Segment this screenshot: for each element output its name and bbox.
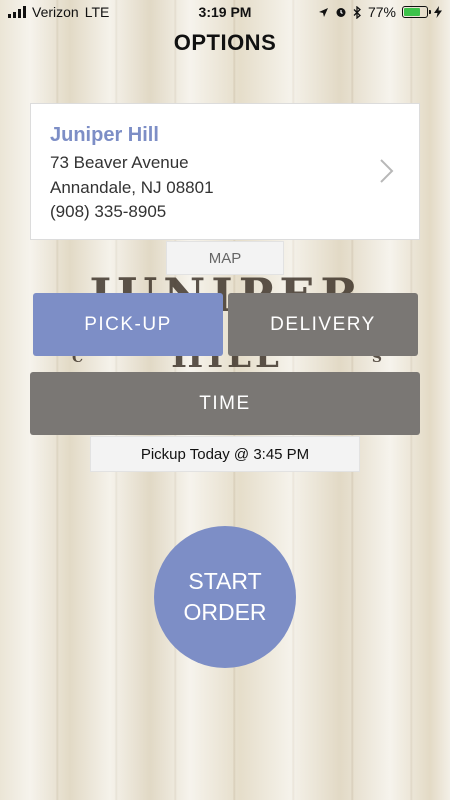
start-order-line2: ORDER	[183, 599, 267, 625]
status-right: 77%	[318, 4, 442, 20]
battery-level-fill	[404, 8, 421, 16]
location-arrow-icon	[318, 7, 328, 17]
chevron-right-icon[interactable]	[379, 158, 395, 184]
delivery-button[interactable]: DELIVERY	[228, 293, 418, 356]
battery-percent: 77%	[367, 4, 396, 20]
time-button[interactable]: TIME	[30, 372, 420, 435]
map-button[interactable]: MAP	[166, 241, 284, 275]
charging-icon	[434, 6, 442, 18]
store-address-line1: 73 Beaver Avenue	[50, 153, 189, 172]
battery-icon	[402, 6, 431, 18]
pickup-button[interactable]: PICK-UP	[33, 293, 223, 356]
start-order-line1: START	[188, 568, 262, 594]
status-bar: Verizon LTE 3:19 PM 77%	[0, 0, 450, 24]
bluetooth-icon	[353, 5, 361, 19]
store-card[interactable]: Juniper Hill 73 Beaver Avenue Annandale,…	[30, 103, 420, 240]
pickup-time-display: Pickup Today @ 3:45 PM	[90, 436, 360, 472]
alarm-icon	[336, 8, 346, 17]
page-title: OPTIONS	[173, 30, 277, 55]
store-address-line2: Annandale, NJ 08801	[50, 178, 214, 197]
start-order-button[interactable]: START ORDER	[154, 526, 296, 668]
store-name: Juniper Hill	[50, 124, 159, 146]
store-phone[interactable]: (908) 335-8905	[50, 202, 166, 222]
